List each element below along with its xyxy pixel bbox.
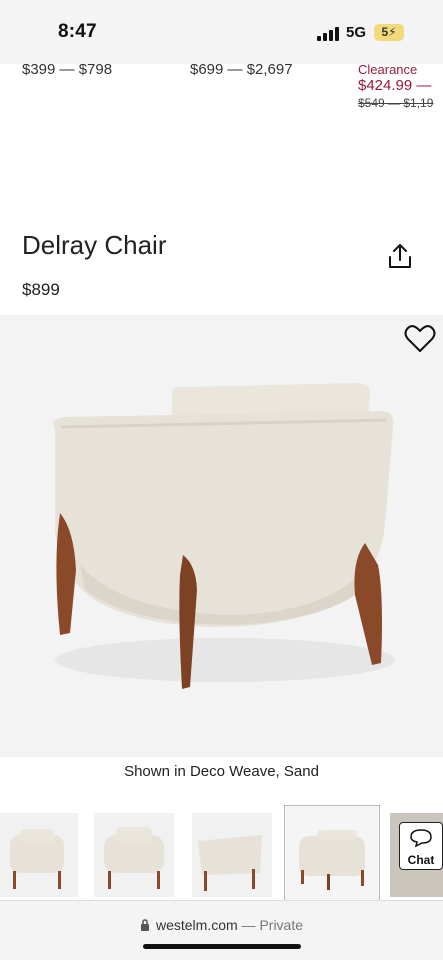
related-products-strip[interactable]: $399 — $798 $699 — $2,697 Clearance $424… bbox=[0, 64, 443, 134]
related-price-1[interactable]: $399 — $798 bbox=[22, 64, 112, 78]
battery-icon: 5⚡ bbox=[374, 24, 404, 41]
url-domain[interactable]: westelm.com bbox=[156, 917, 238, 933]
original-price: $549 — $1,19 bbox=[358, 96, 434, 110]
thumbnail-4[interactable] bbox=[284, 805, 380, 901]
clearance-label: Clearance bbox=[358, 64, 418, 77]
share-icon[interactable] bbox=[386, 242, 414, 270]
browser-url-bar[interactable]: westelm.com — Private bbox=[0, 900, 443, 960]
thumbnail-1[interactable] bbox=[0, 813, 78, 897]
chat-bubble-icon bbox=[410, 829, 432, 848]
chat-label: Chat bbox=[407, 853, 435, 867]
thumbnail-carousel[interactable] bbox=[0, 805, 443, 901]
chair-illustration bbox=[52, 383, 395, 689]
thumbnail-2[interactable] bbox=[94, 813, 174, 897]
network-type: 5G bbox=[346, 24, 367, 41]
signal-icon bbox=[317, 27, 339, 41]
product-hero-image[interactable] bbox=[0, 315, 443, 757]
heart-icon[interactable] bbox=[404, 324, 436, 354]
related-price-2[interactable]: $699 — $2,697 bbox=[190, 64, 293, 78]
status-bar: 8:47 5G 5⚡ bbox=[0, 0, 443, 64]
sale-price: $424.99 — bbox=[358, 77, 432, 94]
status-time: 8:47 bbox=[58, 21, 97, 42]
lock-icon bbox=[140, 919, 149, 931]
chat-button[interactable]: Chat bbox=[399, 822, 443, 870]
color-caption: Shown in Deco Weave, Sand bbox=[124, 763, 319, 780]
product-title: Delray Chair bbox=[22, 230, 167, 260]
thumbnail-3[interactable] bbox=[192, 813, 272, 897]
home-indicator[interactable] bbox=[143, 944, 301, 949]
url-separator: — bbox=[237, 917, 260, 933]
private-mode-label: Private bbox=[259, 917, 304, 933]
product-price: $899 bbox=[22, 280, 60, 299]
